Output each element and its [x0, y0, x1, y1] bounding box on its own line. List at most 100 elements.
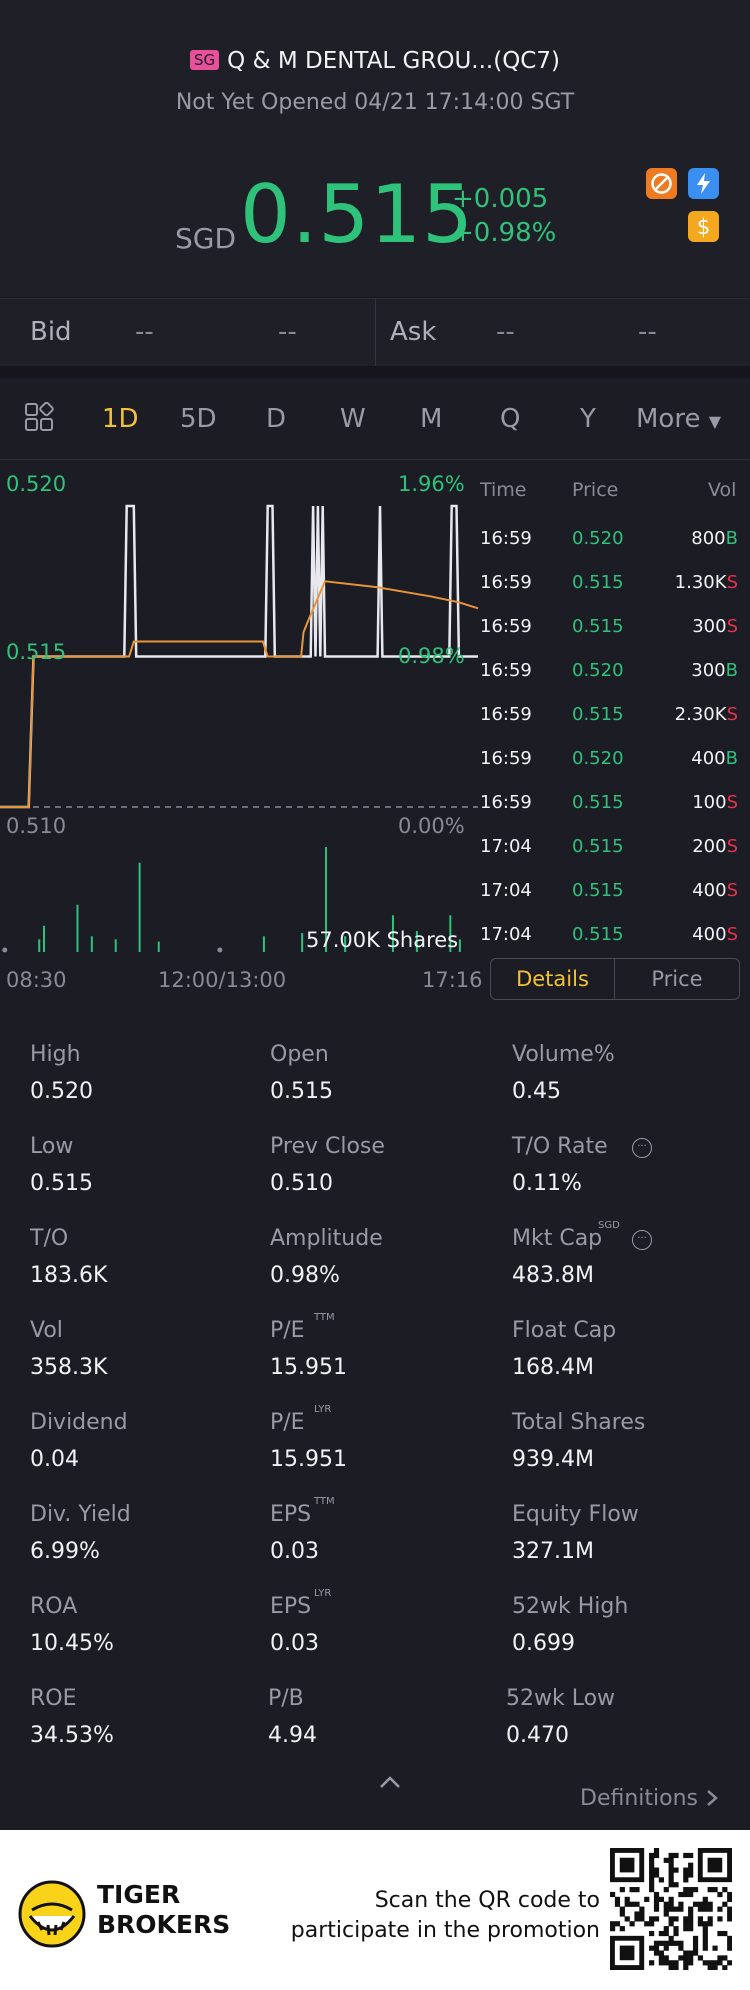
qr-module: [707, 1916, 713, 1922]
trade-volume: 2.30KS: [675, 704, 738, 725]
qr-module: [712, 1960, 718, 1966]
trade-row: 16:59 0.520 300B: [480, 660, 738, 684]
qr-module: [707, 1960, 713, 1966]
qr-module: [692, 1887, 699, 1893]
tab-day[interactable]: D: [266, 404, 286, 434]
qr-module: [668, 1960, 674, 1966]
stat-label: P/E: [270, 1410, 305, 1435]
trade-volume: 400S: [692, 880, 738, 901]
info-icon[interactable]: ···: [632, 1230, 652, 1250]
qr-module: [629, 1887, 635, 1893]
qr-module: [639, 1916, 645, 1922]
bid-ask-bar: Bid -- -- Ask -- --: [0, 298, 750, 367]
qr-module: [712, 1945, 718, 1951]
qr-module: [653, 1906, 660, 1912]
qr-module: [683, 1891, 689, 1898]
grid-layout-icon[interactable]: [24, 401, 54, 436]
qr-module: [668, 1896, 674, 1902]
tab-quarter[interactable]: Q: [500, 404, 520, 434]
trade-volume: 400B: [691, 748, 738, 769]
qr-module: [727, 1935, 732, 1942]
qr-module: [722, 1887, 728, 1893]
stat-value: 15.951: [270, 1447, 347, 1472]
tab-1d[interactable]: 1D: [102, 404, 139, 434]
qr-module: [707, 1965, 713, 1970]
qr-module: [727, 1896, 732, 1902]
stock-title[interactable]: SG Q & M DENTAL GROU...(QC7): [0, 48, 750, 74]
qr-module: [663, 1930, 669, 1937]
stat-label: Volume%: [512, 1042, 615, 1067]
tab-month[interactable]: M: [420, 404, 442, 434]
qr-module: [697, 1955, 704, 1961]
qr-module: [688, 1862, 694, 1868]
trade-row: 16:59 0.515 2.30KS: [480, 704, 738, 728]
flash-icon[interactable]: [688, 168, 719, 199]
details-tab[interactable]: Details: [491, 959, 615, 999]
qr-module: [722, 1901, 728, 1907]
qr-module: [688, 1867, 694, 1873]
volume-bar: [114, 939, 117, 952]
currency-label: SGD: [175, 222, 237, 255]
trade-time: 16:59: [480, 616, 532, 637]
trade-vol-value: 400: [692, 880, 727, 901]
bid-ask-divider: [375, 299, 376, 367]
qr-module: [697, 1921, 704, 1927]
stat-value: 183.6K: [30, 1263, 108, 1288]
trade-price: 0.515: [572, 572, 624, 593]
qr-module: [668, 1965, 674, 1970]
qr-module: [649, 1921, 655, 1927]
qr-module: [653, 1901, 660, 1907]
qr-module: [673, 1882, 679, 1888]
stat-value: 0.04: [30, 1447, 79, 1472]
trade-time: 16:59: [480, 528, 532, 549]
qr-module: [668, 1867, 674, 1873]
dollar-icon[interactable]: $: [688, 211, 719, 242]
caret-down-icon: ▼: [708, 412, 722, 431]
x-label-close: 17:16: [422, 968, 483, 992]
session-dot: [2, 947, 8, 953]
tab-year[interactable]: Y: [580, 404, 596, 434]
price-tab[interactable]: Price: [615, 959, 739, 999]
trade-row: 16:59 0.515 300S: [480, 616, 738, 640]
last-price: 0.515: [240, 168, 475, 261]
trade-vol-value: 400: [692, 924, 727, 945]
session-dot: [217, 947, 223, 953]
stat-label: Amplitude: [270, 1226, 383, 1251]
qr-module: [727, 1906, 732, 1912]
qr-module: [717, 1916, 723, 1922]
stat-label: Prev Close: [270, 1134, 385, 1159]
qr-module: [668, 1862, 674, 1868]
qr-finder: [619, 1945, 635, 1961]
intraday-chart[interactable]: [0, 462, 480, 962]
stat-value: 34.53%: [30, 1723, 114, 1748]
qr-module: [683, 1965, 689, 1970]
qr-module: [683, 1926, 689, 1932]
chevron-up-icon[interactable]: [378, 1774, 402, 1794]
qr-module: [653, 1945, 660, 1951]
qr-module: [683, 1960, 689, 1966]
qr-module: [629, 1921, 635, 1927]
tab-week[interactable]: W: [340, 404, 366, 434]
trade-row: 16:59 0.520 800B: [480, 528, 738, 552]
trade-vol-value: 300: [691, 660, 726, 681]
volume-bar: [43, 925, 46, 952]
qr-module: [678, 1955, 684, 1961]
qr-module: [673, 1930, 679, 1937]
qr-module: [688, 1950, 694, 1956]
qr-code-icon[interactable]: [610, 1848, 732, 1970]
qr-module: [624, 1916, 630, 1922]
qr-module: [712, 1965, 718, 1970]
info-icon[interactable]: ···: [632, 1138, 652, 1158]
trade-row: 16:59 0.515 1.30KS: [480, 572, 738, 596]
qr-module: [668, 1935, 674, 1942]
definitions-link[interactable]: Definitions: [580, 1786, 719, 1811]
tab-more[interactable]: More ▼: [636, 404, 721, 434]
trade-volume: 200S: [692, 836, 738, 857]
stat-value: 0.699: [512, 1631, 575, 1656]
qr-module: [688, 1891, 694, 1898]
qr-module: [653, 1940, 660, 1946]
no-short-icon[interactable]: [646, 168, 677, 199]
tab-5d[interactable]: 5D: [180, 404, 217, 434]
qr-module: [649, 1877, 655, 1883]
more-label: More: [636, 404, 701, 434]
